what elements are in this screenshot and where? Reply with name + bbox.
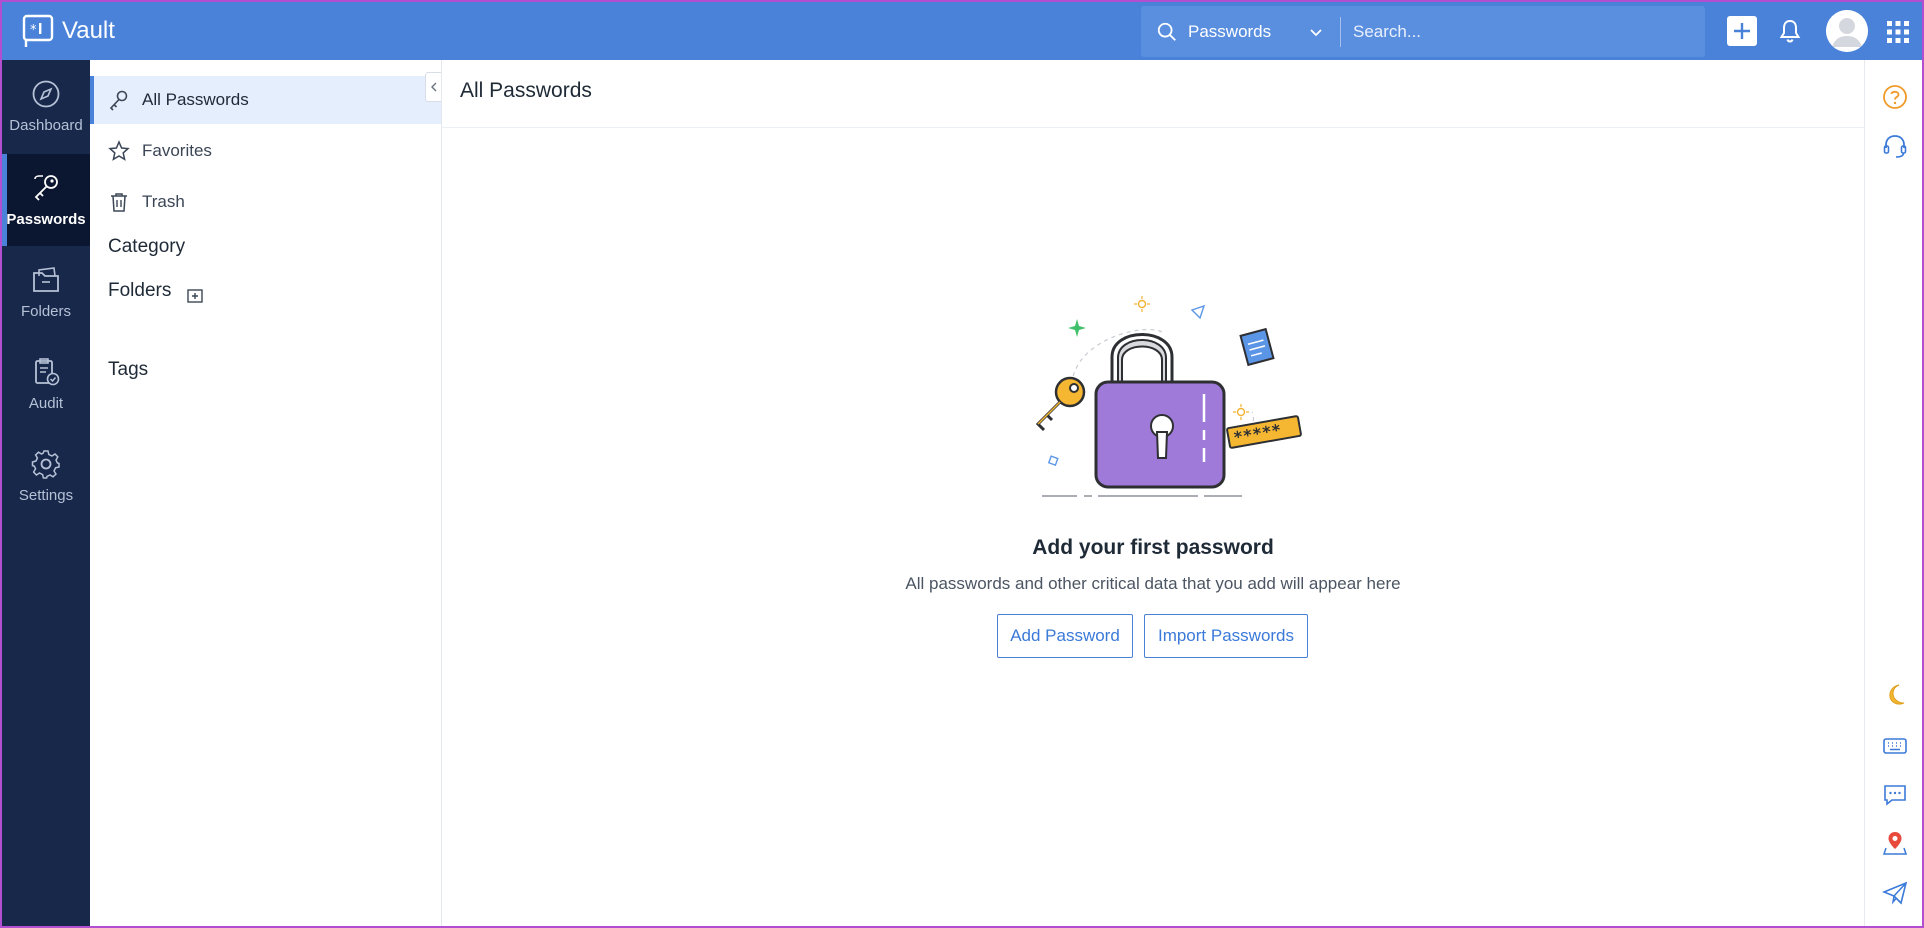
plus-icon [1734, 23, 1750, 39]
rail-label: Folders [20, 302, 72, 320]
main-header: All Passwords [442, 60, 1864, 128]
rail-item-folders[interactable]: Folders [2, 246, 90, 338]
nav-rail: Dashboard Passwords Folders Audit Settin… [2, 60, 90, 926]
support-headset-icon[interactable] [1882, 133, 1908, 159]
rail-label: Passwords [6, 210, 86, 228]
svg-text:*: * [30, 23, 37, 38]
sidebar-item-label: Favorites [142, 141, 212, 160]
apps-grid-icon[interactable] [1886, 20, 1910, 44]
empty-state-title: Add your first password [1032, 536, 1274, 559]
rail-item-dashboard[interactable]: Dashboard [2, 60, 90, 152]
keyboard-shortcuts-icon[interactable] [1882, 733, 1908, 759]
add-new-button[interactable] [1727, 16, 1757, 46]
star-icon [108, 140, 130, 161]
search-bar: Passwords [1141, 6, 1705, 57]
chevron-down-icon[interactable] [1308, 24, 1324, 40]
main-content: All Passwords ***** Add your first passw… [442, 60, 1864, 926]
secondary-sidebar: All Passwords Favorites Trash Category F… [90, 60, 442, 926]
search-scope-select[interactable]: Passwords [1188, 22, 1308, 42]
collapse-arrow-icon [430, 82, 436, 92]
svg-text:*****: ***** [1232, 420, 1283, 447]
rail-item-audit[interactable]: Audit [2, 338, 90, 430]
collapse-sidebar-handle[interactable] [425, 72, 441, 102]
top-bar: * Vault Passwords [2, 2, 1922, 60]
app-name: Vault [62, 17, 115, 44]
notification-bell-icon[interactable] [1778, 18, 1802, 44]
sidebar-item-all-passwords[interactable]: All Passwords [90, 76, 441, 124]
user-avatar-icon [1826, 10, 1868, 52]
rail-item-settings[interactable]: Settings [2, 430, 90, 522]
location-pin-icon[interactable] [1882, 830, 1908, 856]
category-heading[interactable]: Category [108, 236, 185, 258]
rail-label: Dashboard [9, 116, 83, 134]
folders-heading[interactable]: Folders [108, 280, 171, 302]
sidebar-item-favorites[interactable]: Favorites [90, 127, 441, 175]
sidebar-item-label: All Passwords [142, 90, 249, 109]
dark-mode-moon-icon[interactable] [1882, 682, 1908, 708]
page-title: All Passwords [460, 78, 592, 102]
rail-label: Audit [28, 394, 64, 412]
add-password-button[interactable]: Add Password [997, 614, 1133, 658]
folder-icon [33, 266, 59, 292]
padlock-illustration: ***** [1035, 296, 1302, 497]
keys-icon [34, 174, 58, 201]
right-utility-rail [1864, 60, 1922, 926]
search-icon [1157, 22, 1176, 41]
send-paper-plane-icon[interactable] [1882, 880, 1908, 906]
clipboard-check-icon [35, 357, 60, 385]
sidebar-item-trash[interactable]: Trash [90, 178, 441, 226]
brand[interactable]: * Vault [22, 2, 115, 60]
key-icon [109, 90, 128, 111]
chat-feedback-icon[interactable] [1882, 782, 1908, 808]
add-folder-icon[interactable] [186, 287, 204, 305]
rail-label: Settings [18, 486, 74, 504]
help-icon[interactable] [1882, 84, 1908, 110]
avatar[interactable] [1826, 10, 1868, 52]
sidebar-item-label: Trash [142, 192, 185, 211]
rail-item-passwords[interactable]: Passwords [2, 154, 90, 246]
import-passwords-button[interactable]: Import Passwords [1144, 614, 1308, 658]
empty-state-subtitle: All passwords and other critical data th… [905, 574, 1401, 593]
tags-heading[interactable]: Tags [108, 359, 148, 381]
compass-icon [32, 80, 60, 107]
vault-logo-icon: * [22, 14, 54, 47]
search-input[interactable] [1341, 11, 1705, 52]
gear-icon [31, 449, 60, 479]
trash-icon [111, 193, 127, 212]
